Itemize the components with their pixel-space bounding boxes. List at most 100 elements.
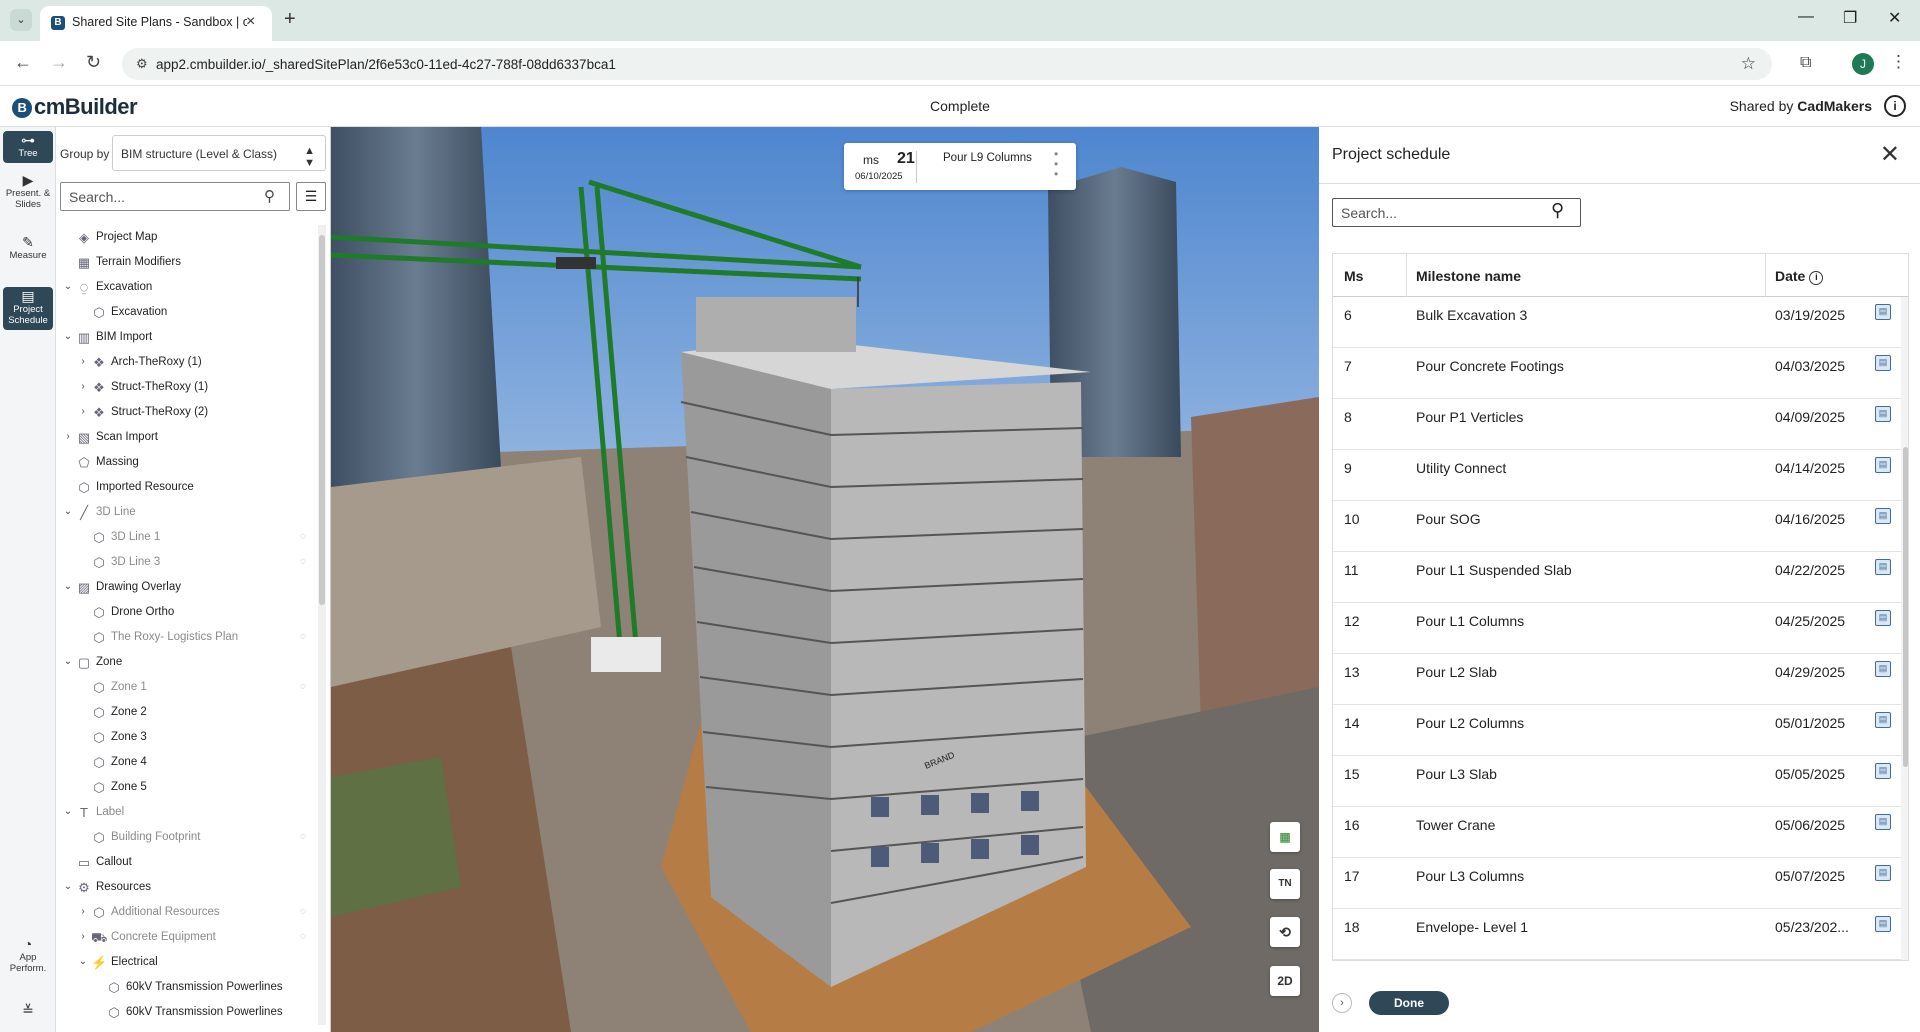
- calendar-link-icon[interactable]: ▤: [1875, 865, 1891, 881]
- chevron-right-icon[interactable]: ›: [62, 431, 74, 442]
- tree-scrollbar-thumb[interactable]: [319, 235, 325, 605]
- forward-button[interactable]: →: [50, 52, 68, 73]
- tree-item[interactable]: › ▧ Scan Import: [56, 425, 318, 450]
- chevron-down-icon[interactable]: ⌄: [62, 281, 74, 292]
- chevron-right-icon[interactable]: ›: [77, 406, 89, 417]
- browser-menu-icon[interactable]: ⋮: [1890, 52, 1907, 72]
- schedule-row[interactable]: 17 Pour L3 Columns 05/07/2025 ▤: [1333, 858, 1901, 909]
- chevron-down-icon[interactable]: ⌄: [62, 331, 74, 342]
- rail-measure-button[interactable]: ✎ Measure: [3, 235, 53, 261]
- tab-close-icon[interactable]: ×: [246, 13, 255, 31]
- rail-tree-button[interactable]: ⊶ Tree: [3, 131, 53, 163]
- schedule-row[interactable]: 6 Bulk Excavation 3 03/19/2025 ▤: [1333, 297, 1901, 348]
- schedule-row[interactable]: 10 Pour SOG 04/16/2025 ▤: [1333, 501, 1901, 552]
- schedule-scrollbar[interactable]: [1901, 297, 1908, 960]
- tree-item[interactable]: ⬡ 3D Line 1 ◌: [56, 525, 318, 550]
- new-tab-button[interactable]: +: [284, 8, 296, 31]
- info-icon[interactable]: i: [1884, 95, 1906, 117]
- calendar-link-icon[interactable]: ▤: [1875, 304, 1891, 320]
- tree-item[interactable]: ⌄ ▨ Drawing Overlay: [56, 575, 318, 600]
- tree-item[interactable]: ⬡ Excavation: [56, 300, 318, 325]
- tree-item[interactable]: ⬡ Building Footprint ◌: [56, 825, 318, 850]
- 2d-toggle-button[interactable]: 2D: [1270, 966, 1300, 996]
- tree-item[interactable]: ⬠ Massing: [56, 450, 318, 475]
- milestone-card[interactable]: ms 21 06/10/2025 Pour L9 Columns • • •: [844, 143, 1076, 190]
- tree-item[interactable]: ⬡ 60kV Transmission Powerlines: [56, 1000, 318, 1025]
- tree-item[interactable]: › ⬡ Additional Resources ◌: [56, 900, 318, 925]
- tree-item[interactable]: ⬡ Drone Ortho: [56, 600, 318, 625]
- calendar-link-icon[interactable]: ▤: [1875, 610, 1891, 626]
- 3d-viewport[interactable]: BRAND: [331, 127, 1319, 1032]
- tree-scrollbar[interactable]: [318, 225, 326, 1025]
- calendar-link-icon[interactable]: ▤: [1875, 457, 1891, 473]
- calendar-link-icon[interactable]: ▤: [1875, 559, 1891, 575]
- profile-avatar[interactable]: J: [1852, 53, 1874, 75]
- minimize-button[interactable]: —: [1798, 8, 1814, 26]
- tree-item[interactable]: › ❖ Struct-TheRoxy (1): [56, 375, 318, 400]
- calendar-link-icon[interactable]: ▤: [1875, 712, 1891, 728]
- schedule-row[interactable]: 9 Utility Connect 04/14/2025 ▤: [1333, 450, 1901, 501]
- rail-app-performance-button[interactable]: ◔ App Perform.: [3, 937, 53, 974]
- schedule-scrollbar-thumb[interactable]: [1903, 447, 1908, 767]
- chevron-down-icon[interactable]: ⌄: [62, 881, 74, 892]
- visibility-hidden-icon[interactable]: ◌: [300, 631, 306, 642]
- tree-item[interactable]: ⌄ T Label: [56, 800, 318, 825]
- calendar-link-icon[interactable]: ▤: [1875, 814, 1891, 830]
- chevron-down-icon[interactable]: ⌄: [62, 656, 74, 667]
- tree-item[interactable]: ◈ Project Map: [56, 225, 318, 250]
- chevron-right-icon[interactable]: ›: [77, 356, 89, 367]
- tree-item[interactable]: › ❖ Arch-TheRoxy (1): [56, 350, 318, 375]
- tree-item[interactable]: ⬡ Zone 4: [56, 750, 318, 775]
- tree-item[interactable]: › ⛟ Concrete Equipment ◌: [56, 925, 318, 950]
- reload-button[interactable]: ↻: [86, 52, 101, 73]
- tree-item[interactable]: ⬡ The Roxy- Logistics Plan ◌: [56, 625, 318, 650]
- tree-item[interactable]: ⌄ ⚡ Electrical: [56, 950, 318, 975]
- layer-tool-icon[interactable]: ▦: [1270, 822, 1300, 852]
- schedule-row[interactable]: 18 Envelope- Level 1 05/23/202... ▤: [1333, 909, 1901, 960]
- restore-button[interactable]: ❐: [1843, 8, 1857, 28]
- drag-handle-icon[interactable]: • • •: [1054, 148, 1058, 180]
- tree-item[interactable]: ▭ Callout: [56, 850, 318, 875]
- close-icon[interactable]: ✕: [1880, 140, 1900, 169]
- date-info-icon[interactable]: i: [1809, 271, 1824, 285]
- visibility-hidden-icon[interactable]: ◌: [300, 531, 306, 542]
- tree-item[interactable]: ⬡ Imported Resource: [56, 475, 318, 500]
- tree-item[interactable]: › ❖ Struct-TheRoxy (2): [56, 400, 318, 425]
- tree-item[interactable]: ⬡ 60kV Transmission Powerlines: [56, 975, 318, 1000]
- chevron-down-icon[interactable]: ⌄: [62, 581, 74, 592]
- tree-filter-button[interactable]: ☰: [296, 182, 326, 211]
- tree-item[interactable]: ⌄ ╱ 3D Line: [56, 500, 318, 525]
- schedule-search-input[interactable]: Search...: [1332, 198, 1581, 227]
- visibility-hidden-icon[interactable]: ◌: [300, 681, 306, 692]
- bookmark-star-icon[interactable]: ☆: [1741, 54, 1756, 74]
- schedule-row[interactable]: 12 Pour L1 Columns 04/25/2025 ▤: [1333, 603, 1901, 654]
- calendar-link-icon[interactable]: ▤: [1875, 661, 1891, 677]
- visibility-hidden-icon[interactable]: ◌: [300, 906, 306, 917]
- tree-item[interactable]: ⌄ ▥ BIM Import: [56, 325, 318, 350]
- tab-search-button[interactable]: ⌄: [10, 9, 32, 31]
- done-button[interactable]: Done: [1369, 991, 1449, 1015]
- search-icon[interactable]: ⚲: [1551, 200, 1564, 221]
- visibility-hidden-icon[interactable]: ◌: [300, 556, 306, 567]
- chevron-right-icon[interactable]: ›: [77, 931, 89, 942]
- calendar-link-icon[interactable]: ▤: [1875, 355, 1891, 371]
- 3d-scene[interactable]: BRAND: [331, 127, 1319, 1032]
- window-close-button[interactable]: ✕: [1888, 8, 1901, 28]
- tree-search-input[interactable]: Search...: [60, 182, 290, 211]
- schedule-row[interactable]: 15 Pour L3 Slab 05/05/2025 ▤: [1333, 756, 1901, 807]
- tree-item[interactable]: ▦ Terrain Modifiers: [56, 250, 318, 275]
- chevron-down-icon[interactable]: ⌄: [62, 506, 74, 517]
- schedule-row[interactable]: 7 Pour Concrete Footings 04/03/2025 ▤: [1333, 348, 1901, 399]
- visibility-hidden-icon[interactable]: ◌: [300, 831, 306, 842]
- expand-chevron-icon[interactable]: ›: [1332, 993, 1352, 1013]
- rail-project-schedule-button[interactable]: ▤ Project Schedule: [3, 287, 53, 330]
- chevron-down-icon[interactable]: ⌄: [62, 806, 74, 817]
- schedule-row[interactable]: 8 Pour P1 Verticles 04/09/2025 ▤: [1333, 399, 1901, 450]
- browser-tab[interactable]: B Shared Site Plans - Sandbox | cm ×: [40, 6, 272, 41]
- back-button[interactable]: ←: [14, 52, 32, 73]
- chevron-right-icon[interactable]: ›: [77, 381, 89, 392]
- north-compass-icon[interactable]: TN: [1270, 869, 1300, 899]
- tree-item[interactable]: ⌄ ⚙ Resources: [56, 875, 318, 900]
- col-header-milestone-name[interactable]: Milestone name: [1416, 268, 1521, 284]
- visibility-hidden-icon[interactable]: ◌: [300, 931, 306, 942]
